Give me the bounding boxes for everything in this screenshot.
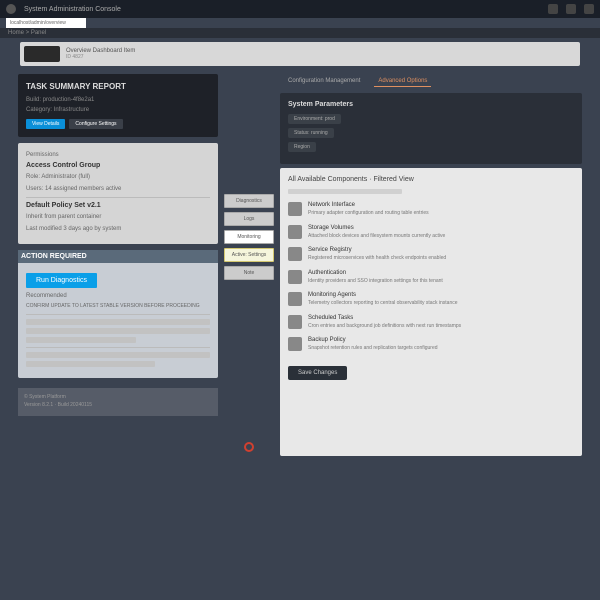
permissions-label: Permissions: [26, 151, 210, 159]
access-group-title: Access Control Group: [26, 162, 210, 169]
grid-icon[interactable]: [548, 4, 558, 14]
users-row: Users: 14 assigned members active: [26, 185, 210, 193]
logs-tab-button[interactable]: Logs: [224, 212, 274, 226]
component-item[interactable]: Monitoring Agents Telemetry collectors re…: [288, 292, 574, 307]
thumbnail-icon: [24, 46, 60, 62]
placeholder-row: [26, 319, 210, 325]
app-logo-icon[interactable]: [6, 4, 16, 14]
summary-title: TASK SUMMARY REPORT: [26, 82, 210, 91]
component-desc: Telemetry collectors reporting to centra…: [308, 300, 574, 307]
footer-version: Version 8.2.1 · Build 20240115: [24, 402, 212, 408]
component-desc: Attached block devices and filesystem mo…: [308, 233, 574, 240]
header-meta: ID 4827: [66, 54, 135, 60]
params-title: System Parameters: [288, 101, 574, 108]
component-icon: [288, 315, 302, 329]
component-desc: Snapshot retention rules and replication…: [308, 345, 574, 352]
component-icon: [288, 247, 302, 261]
component-desc: Primary adapter configuration and routin…: [308, 210, 574, 217]
component-title: Storage Volumes: [308, 225, 574, 231]
role-row: Role: Administrator (full): [26, 173, 210, 181]
alert-indicator-icon[interactable]: [244, 442, 254, 452]
user-icon[interactable]: [584, 4, 594, 14]
component-item[interactable]: Scheduled Tasks Cron entries and backgrou…: [288, 315, 574, 330]
components-header: All Available Components · Filtered View: [288, 176, 574, 183]
component-item[interactable]: Authentication Identity providers and SSO…: [288, 270, 574, 285]
placeholder-row: [26, 361, 155, 367]
inherit-row: Inherit from parent container: [26, 213, 210, 221]
region-chip[interactable]: Region: [288, 142, 316, 152]
monitoring-tab-button[interactable]: Monitoring: [224, 230, 274, 244]
placeholder-row: [26, 352, 210, 358]
divider: [26, 347, 210, 348]
modified-row: Last modified 3 days ago by system: [26, 225, 210, 233]
summary-category: Category: Infrastructure: [26, 107, 210, 113]
component-icon: [288, 270, 302, 284]
component-icon: [288, 202, 302, 216]
right-tabs: Configuration Management Advanced Option…: [280, 74, 582, 89]
status-chip[interactable]: Status: running: [288, 128, 334, 138]
mid-toolbar: Diagnostics Logs Monitoring Active: Sett…: [224, 74, 274, 456]
help-icon[interactable]: [566, 4, 576, 14]
tab-config[interactable]: Configuration Management: [284, 76, 364, 87]
configure-button[interactable]: Configure Settings: [69, 119, 122, 129]
divider: [26, 197, 210, 198]
component-item[interactable]: Backup Policy Snapshot retention rules an…: [288, 337, 574, 352]
component-title: Monitoring Agents: [308, 292, 574, 298]
component-icon: [288, 225, 302, 239]
app-title: System Administration Console: [24, 6, 121, 13]
component-title: Backup Policy: [308, 337, 574, 343]
env-chip[interactable]: Environment: prod: [288, 114, 341, 124]
params-panel: System Parameters Environment: prod Stat…: [280, 93, 582, 164]
diagnostics-tab-button[interactable]: Diagnostics: [224, 194, 274, 208]
save-button[interactable]: Save Changes: [288, 366, 347, 380]
breadcrumb[interactable]: Home > Panel: [0, 28, 600, 38]
header-card: Overview Dashboard Item ID 4827: [20, 42, 580, 66]
component-item[interactable]: Network Interface Primary adapter configu…: [288, 202, 574, 217]
component-title: Scheduled Tasks: [308, 315, 574, 321]
footer: © System Platform Version 8.2.1 · Build …: [18, 388, 218, 416]
component-desc: Registered microservices with health che…: [308, 255, 574, 262]
action-head: ACTION REQUIRED: [18, 250, 218, 263]
note-tab-button[interactable]: Note: [224, 266, 274, 280]
component-desc: Cron entries and background job definiti…: [308, 323, 574, 330]
component-title: Network Interface: [308, 202, 574, 208]
permissions-panel: Permissions Access Control Group Role: A…: [18, 143, 218, 244]
component-item[interactable]: Storage Volumes Attached block devices an…: [288, 225, 574, 240]
action-panel: ACTION REQUIRED Run Diagnostics Recommen…: [18, 250, 218, 378]
summary-panel: TASK SUMMARY REPORT Build: production-4f…: [18, 74, 218, 137]
recommended-tag: Recommended: [26, 292, 210, 300]
component-title: Authentication: [308, 270, 574, 276]
action-desc: CONFIRM UPDATE TO LATEST STABLE VERSION …: [26, 303, 210, 310]
address-bar[interactable]: localhost/admin/overview: [6, 18, 86, 28]
divider: [26, 314, 210, 315]
topbar: System Administration Console: [0, 0, 600, 18]
component-icon: [288, 292, 302, 306]
components-panel: All Available Components · Filtered View…: [280, 168, 582, 456]
component-icon: [288, 337, 302, 351]
policy-title: Default Policy Set v2.1: [26, 202, 210, 209]
placeholder-row: [288, 189, 402, 194]
placeholder-row: [26, 328, 210, 334]
footer-copyright: © System Platform: [24, 394, 212, 400]
component-item[interactable]: Service Registry Registered microservices…: [288, 247, 574, 262]
settings-tab-button[interactable]: Active: Settings: [224, 248, 274, 262]
component-desc: Identity providers and SSO integration s…: [308, 278, 574, 285]
component-title: Service Registry: [308, 247, 574, 253]
placeholder-row: [26, 337, 136, 343]
summary-build: Build: production-4f8e2a1: [26, 97, 210, 103]
tab-advanced[interactable]: Advanced Options: [374, 76, 431, 87]
run-diagnostics-button[interactable]: Run Diagnostics: [26, 273, 97, 288]
view-details-button[interactable]: View Details: [26, 119, 65, 129]
